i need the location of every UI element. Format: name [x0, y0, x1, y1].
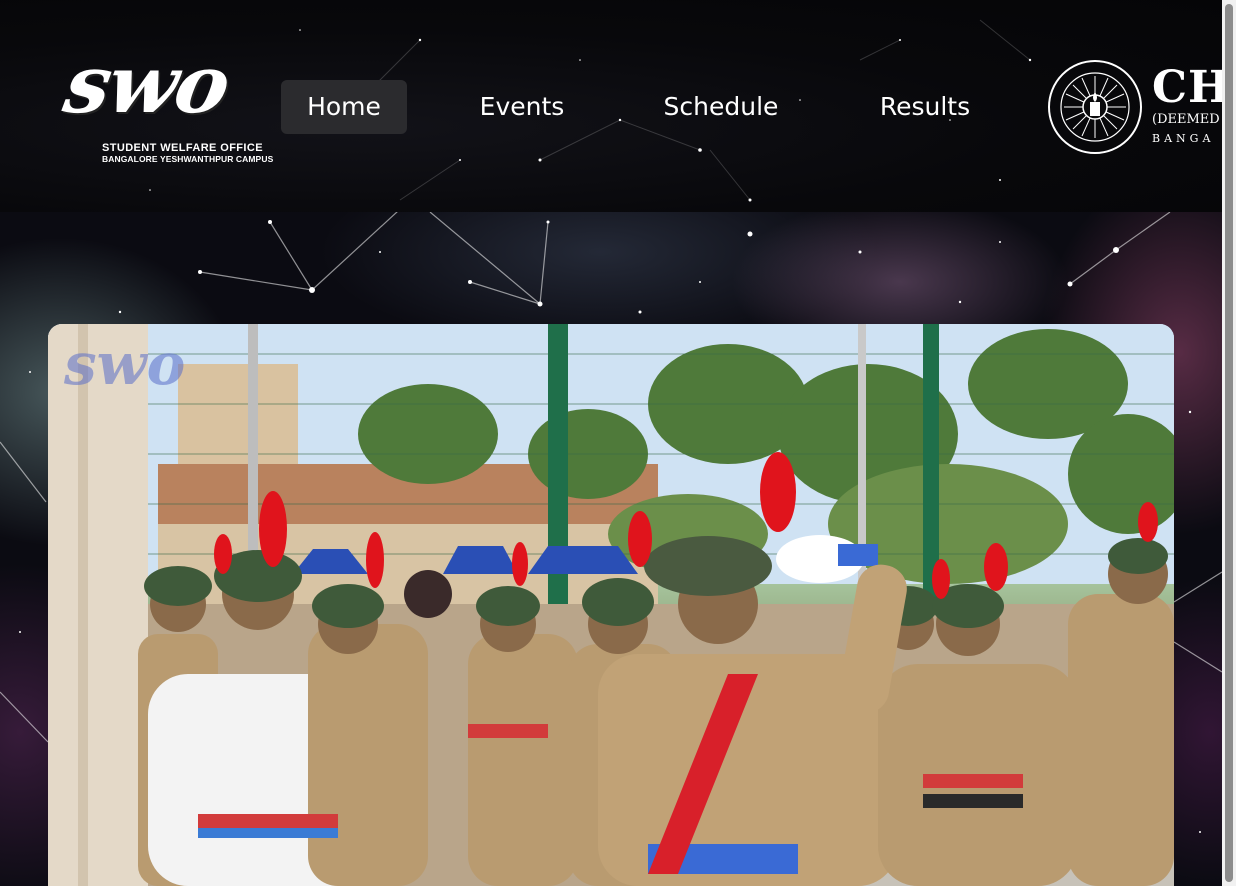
photo-watermark: swo [63, 330, 185, 398]
logo-campus: BANGALORE YESHWANTHPUR CAMPUS [102, 154, 274, 164]
nav-schedule[interactable]: Schedule [650, 80, 792, 134]
christ-emblem-icon[interactable] [1046, 58, 1144, 156]
university-location: BANGA [1152, 132, 1215, 145]
logo-subtitle: STUDENT WELFARE OFFICE [102, 142, 263, 154]
parade-photo-icon: swo [48, 324, 1174, 886]
nav-results[interactable]: Results [866, 80, 984, 134]
nav-events[interactable]: Events [464, 80, 580, 134]
swo-logo-mark: swo [57, 37, 236, 131]
university-subtitle: (DEEMED T [1152, 112, 1222, 127]
scrollbar-thumb[interactable] [1225, 4, 1233, 882]
nav-home[interactable]: Home [281, 80, 407, 134]
swo-logo[interactable]: swo STUDENT WELFARE OFFICE BANGALORE YES… [58, 37, 274, 168]
university-title: CH [1152, 62, 1222, 113]
site-header: swo STUDENT WELFARE OFFICE BANGALORE YES… [0, 0, 1222, 212]
hero-photo: swo [48, 324, 1174, 886]
